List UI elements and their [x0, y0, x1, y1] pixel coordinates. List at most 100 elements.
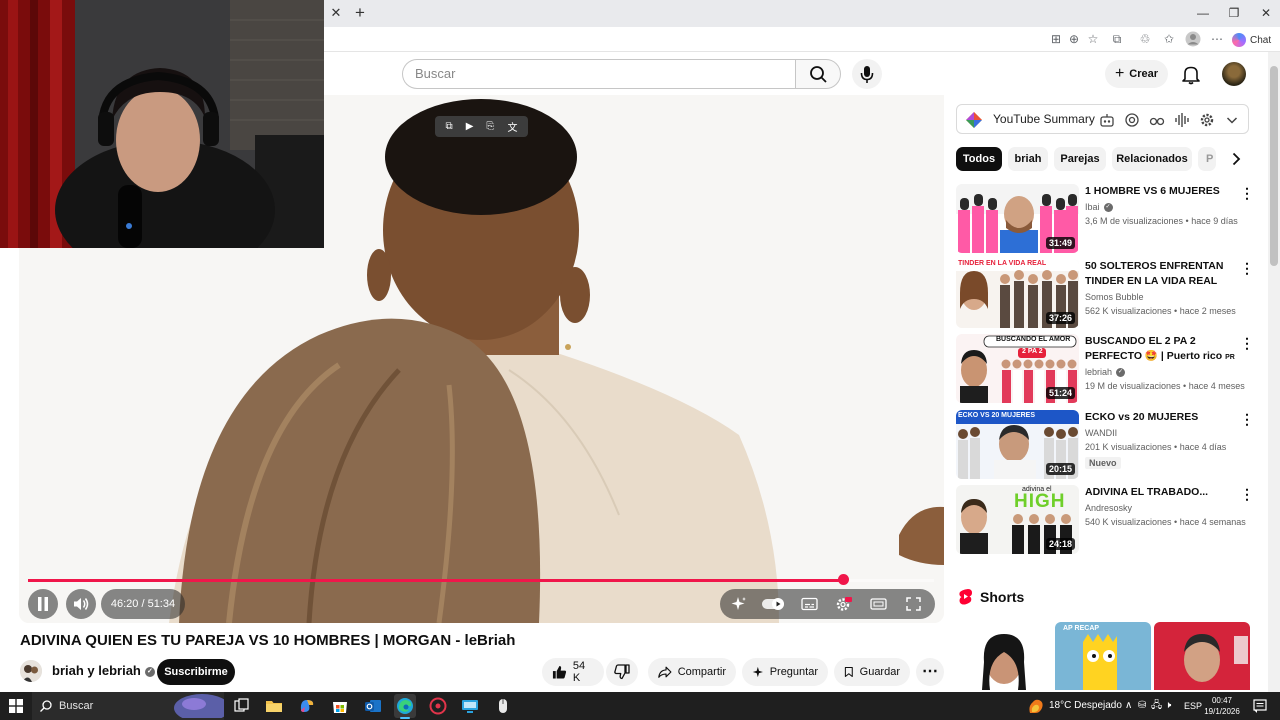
share-button[interactable]: Compartir [648, 658, 736, 686]
chip-briah[interactable]: briah [1008, 147, 1048, 171]
notifications-button[interactable] [1180, 63, 1202, 85]
video-item-channel[interactable]: WANDII [1085, 428, 1117, 438]
chip-todos[interactable]: Todos [956, 147, 1002, 171]
video-item-title[interactable]: BUSCANDO EL 2 PA 2 PERFECTO 🤩 | Puerto r… [1085, 334, 1235, 365]
chip-relacionados[interactable]: Relacionados [1112, 147, 1192, 171]
short-thumbnail[interactable] [956, 622, 1052, 690]
tray-overflow-icon[interactable]: ∧ [1125, 692, 1132, 720]
task-view-icon[interactable] [232, 697, 250, 715]
network-icon[interactable]: 🖧 [1151, 692, 1162, 720]
translate-icon[interactable]: 文 [507, 119, 517, 134]
dislike-button[interactable] [606, 658, 638, 686]
video-item-menu-icon[interactable]: ⋮ [1240, 412, 1254, 426]
video-thumbnail[interactable]: ECKO VS 20 MUJERES 20:15 [956, 410, 1079, 479]
video-item-menu-icon[interactable]: ⋮ [1240, 487, 1254, 501]
subscribe-button[interactable]: Suscribirme [157, 659, 235, 685]
file-explorer-icon[interactable] [265, 697, 283, 715]
channel-avatar[interactable] [20, 660, 42, 682]
list-item[interactable]: ECKO VS 20 MUJERES 20:15 ECKO vs 20 MUJE… [956, 410, 1256, 480]
more-actions-button[interactable]: ⋯ [916, 658, 944, 686]
video-thumbnail[interactable]: TINDER EN LA VIDA REAL 37:26 [956, 259, 1079, 328]
copy-text-icon[interactable]: ⎘ [486, 121, 494, 132]
video-item-title[interactable]: 1 HOMBRE VS 6 MUJERES [1085, 184, 1235, 199]
favorite-star-icon[interactable]: ☆ [1085, 31, 1101, 47]
windows-start-icon[interactable] [9, 699, 23, 713]
list-item[interactable]: adivina el HIGH 24:18 ADIVINA EL TRABADO… [956, 485, 1256, 555]
volume-button[interactable] [66, 589, 96, 619]
more-menu-icon[interactable]: ⋯ [1209, 31, 1225, 47]
outlook-icon[interactable] [364, 697, 382, 715]
video-thumbnail[interactable]: adivina el HIGH 24:18 [956, 485, 1079, 554]
minimize-icon[interactable]: — [1193, 5, 1213, 21]
close-window-icon[interactable]: ✕ [1256, 5, 1276, 21]
video-item-channel[interactable]: Andresosky [1085, 503, 1132, 513]
account-avatar[interactable] [1222, 62, 1246, 86]
tray-app-icon[interactable]: ⛁ [1138, 692, 1146, 720]
video-item-channel[interactable]: lebriah ✓ [1085, 367, 1126, 378]
desktop-app-icon[interactable] [461, 697, 479, 715]
short-thumbnail[interactable]: AP RECAP [1055, 622, 1151, 690]
app-available-icon[interactable]: ⊞ [1048, 31, 1064, 47]
robot-icon[interactable] [1099, 112, 1115, 128]
save-button[interactable]: Guardar [834, 658, 910, 686]
picture-in-picture-icon[interactable]: ⧉ [446, 121, 453, 132]
weather-text[interactable]: 18°C Despejado [1049, 692, 1122, 720]
progress-bar[interactable] [28, 579, 934, 582]
list-item[interactable]: BUSCANDO EL AMOR 2 PA 2 51:24 BUSCANDO E… [956, 334, 1256, 404]
video-item-menu-icon[interactable]: ⋮ [1240, 336, 1254, 350]
chip-partial[interactable]: P [1198, 147, 1216, 171]
pause-button[interactable] [28, 589, 58, 619]
audio-wave-icon[interactable] [1174, 112, 1190, 128]
video-control-icon[interactable]: ▶ [466, 121, 474, 132]
video-item-menu-icon[interactable]: ⋮ [1240, 261, 1254, 275]
subtitles-icon[interactable] [801, 596, 818, 612]
language-indicator[interactable]: ESP [1184, 692, 1202, 720]
new-tab-button[interactable]: + [352, 4, 368, 22]
weather-icon[interactable] [1027, 697, 1045, 715]
autoplay-toggle[interactable] [762, 597, 786, 611]
video-item-title[interactable]: 50 SOLTEROS ENFRENTAN TINDER EN LA VIDA … [1085, 259, 1235, 289]
theater-mode-icon[interactable] [870, 596, 887, 612]
like-button[interactable]: 54 K [542, 658, 604, 686]
youtube-summary-bar[interactable]: YouTube Summary [956, 104, 1249, 134]
fullscreen-icon[interactable] [905, 596, 922, 612]
search-button[interactable] [795, 59, 841, 89]
profile-icon[interactable] [1185, 31, 1201, 47]
sparkle-icon[interactable] [730, 596, 747, 612]
chevron-down-icon[interactable] [1224, 112, 1240, 128]
openai-icon[interactable] [1124, 112, 1140, 128]
edge-browser-icon[interactable] [396, 697, 414, 715]
browser-essentials-icon[interactable]: ♲ [1137, 31, 1153, 47]
settings-gear-icon[interactable] [835, 596, 852, 612]
progress-scrubber[interactable] [838, 574, 849, 585]
page-scrollbar[interactable] [1268, 52, 1280, 692]
video-item-title[interactable]: ADIVINA EL TRABADO... [1085, 485, 1235, 500]
video-item-title[interactable]: ECKO vs 20 MUJERES [1085, 410, 1235, 425]
mouse-app-icon[interactable] [494, 697, 512, 715]
favorites-icon[interactable]: ✩ [1161, 31, 1177, 47]
summary-settings-icon[interactable] [1199, 112, 1215, 128]
taskbar-search[interactable]: Buscar [32, 692, 224, 720]
video-thumbnail[interactable]: 31:49 [956, 184, 1079, 253]
ask-button[interactable]: Preguntar [742, 658, 828, 686]
zoom-icon[interactable]: ⊕ [1066, 31, 1082, 47]
speaker-icon[interactable]: 🕨 [1165, 692, 1171, 720]
list-item[interactable]: 31:49 1 HOMBRE VS 6 MUJERES Ibai ✓ 3,6 M … [956, 184, 1256, 254]
media-app-icon[interactable] [429, 697, 447, 715]
scrollbar-thumb[interactable] [1270, 66, 1278, 266]
copilot-taskbar-icon[interactable] [298, 697, 316, 715]
copilot-chat-button[interactable]: Chat [1232, 31, 1271, 49]
voice-search-button[interactable] [852, 59, 882, 89]
chevron-right-icon[interactable] [1228, 151, 1244, 167]
clock[interactable]: 00:47 19/1/2026 [1202, 695, 1242, 717]
close-tab-icon[interactable]: ✕ [329, 6, 343, 20]
video-item-channel[interactable]: Somos Bubble [1085, 292, 1144, 302]
list-item[interactable]: TINDER EN LA VIDA REAL 37:26 50 SOLTEROS… [956, 259, 1256, 329]
video-item-menu-icon[interactable]: ⋮ [1240, 186, 1254, 200]
restore-icon[interactable]: ❐ [1224, 5, 1244, 21]
video-item-channel[interactable]: Ibai ✓ [1085, 202, 1113, 213]
glasses-icon[interactable] [1149, 112, 1165, 128]
create-button[interactable]: + Crear [1105, 60, 1168, 88]
chip-parejas[interactable]: Parejas [1054, 147, 1106, 171]
short-thumbnail[interactable] [1154, 622, 1250, 690]
